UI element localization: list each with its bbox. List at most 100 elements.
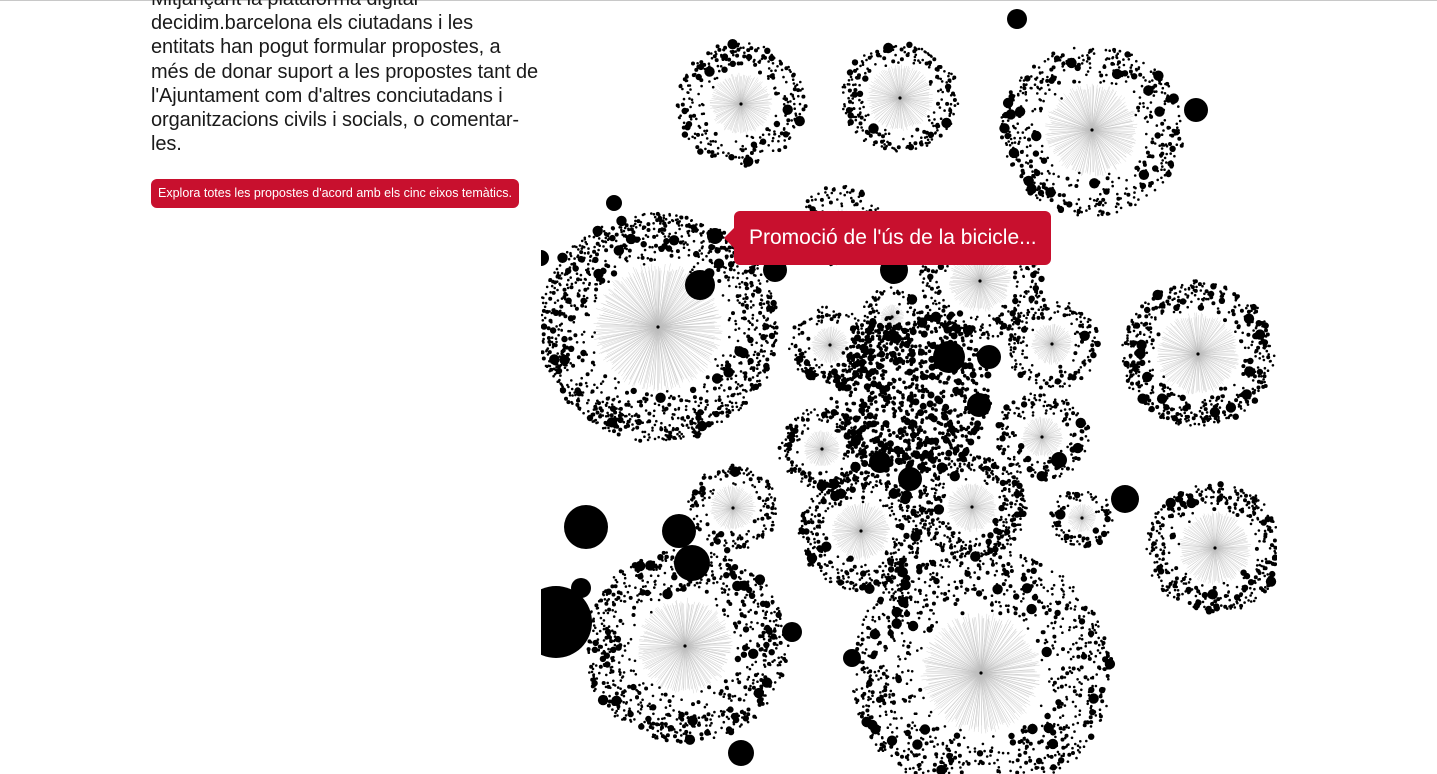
proposal-node — [764, 47, 771, 54]
proposal-node — [1205, 297, 1208, 301]
proposal-node — [706, 403, 709, 407]
proposal-node — [1044, 92, 1047, 95]
proposal-node — [1219, 386, 1223, 391]
proposal-node — [720, 363, 724, 367]
proposal-node — [1239, 339, 1242, 343]
proposal-node — [750, 135, 754, 139]
proposal-node — [1025, 83, 1028, 86]
proposal-node — [651, 426, 654, 430]
proposals-network-graph[interactable] — [541, 0, 1277, 774]
proposal-node — [598, 277, 606, 284]
proposal-node — [1150, 388, 1154, 392]
proposal-node — [1220, 399, 1224, 403]
proposal-node — [661, 405, 665, 409]
proposal-node — [653, 402, 657, 406]
proposal-node — [682, 97, 686, 101]
proposal-node — [1203, 424, 1206, 427]
proposal-node — [1020, 173, 1023, 177]
proposal-node — [715, 44, 720, 49]
proposal-node — [1077, 198, 1081, 201]
proposal-node — [708, 80, 711, 83]
proposal-node — [571, 315, 576, 320]
proposal-node — [737, 408, 741, 412]
proposal-node — [704, 66, 715, 77]
proposal-node — [1040, 86, 1043, 90]
proposal-node — [924, 50, 927, 54]
proposal-node — [1137, 109, 1140, 113]
proposal-node — [1157, 79, 1161, 83]
proposal-node — [935, 124, 939, 128]
proposal-node — [767, 67, 771, 70]
proposal-node — [558, 310, 561, 313]
proposal-node — [571, 363, 576, 368]
proposal-node — [585, 353, 588, 356]
proposal-node — [1129, 340, 1133, 343]
proposal-node — [872, 143, 876, 147]
proposal-node — [580, 333, 584, 336]
proposal-node — [725, 407, 728, 411]
proposal-node — [1160, 91, 1164, 94]
proposal-node — [924, 141, 928, 145]
proposal-node — [1262, 358, 1266, 362]
proposal-node — [544, 301, 548, 305]
proposal-node — [726, 377, 729, 381]
proposal-node — [570, 387, 574, 391]
proposal-node — [559, 304, 564, 309]
proposal-node — [1192, 282, 1196, 285]
proposal-node — [595, 421, 598, 425]
proposal-node — [1092, 199, 1096, 202]
proposal-node — [701, 231, 704, 235]
proposal-node — [573, 333, 578, 338]
proposal-node — [1177, 114, 1181, 118]
proposal-node — [1108, 49, 1111, 52]
proposal-node — [700, 234, 703, 237]
proposal-node — [1208, 399, 1212, 403]
proposal-node — [718, 395, 721, 399]
proposal-node — [1021, 91, 1025, 95]
proposal-node — [569, 251, 572, 255]
proposal-node — [1142, 371, 1153, 383]
proposal-node — [568, 301, 572, 305]
edge — [612, 326, 659, 364]
proposal-node — [1147, 154, 1152, 159]
proposal-node — [687, 137, 691, 141]
proposal-node — [1000, 135, 1004, 140]
proposal-node — [787, 137, 791, 140]
proposal-node — [625, 224, 629, 228]
proposal-node — [1050, 68, 1054, 71]
proposal-node — [1156, 332, 1161, 337]
explore-proposals-button[interactable]: Explora totes les propostes d'acord amb … — [151, 179, 519, 208]
proposal-node — [627, 248, 632, 253]
cluster-center-node — [898, 96, 902, 100]
proposal-node — [708, 65, 711, 68]
proposal-node — [667, 436, 672, 441]
proposal-node — [1078, 206, 1082, 210]
proposal-node — [729, 354, 732, 357]
proposal-node — [628, 228, 631, 231]
proposal-node — [1138, 96, 1142, 99]
proposal-node — [1113, 50, 1116, 54]
proposal-node — [847, 123, 851, 126]
proposal-node — [579, 278, 583, 282]
proposal-node — [602, 230, 606, 233]
proposal-node — [883, 42, 894, 54]
proposal-node — [1161, 86, 1165, 90]
proposal-node — [587, 410, 590, 413]
proposal-node — [571, 394, 574, 397]
proposal-node — [541, 350, 545, 355]
proposal-node — [660, 231, 664, 234]
proposal-node — [669, 394, 673, 398]
proposal-node — [609, 244, 614, 249]
proposal-node — [1028, 182, 1031, 186]
proposal-node — [1191, 416, 1196, 421]
proposal-node — [593, 299, 597, 303]
proposal-node — [639, 220, 643, 224]
proposal-node — [708, 415, 711, 418]
proposal-node — [773, 86, 777, 90]
proposal-node — [571, 245, 575, 248]
proposal-node — [1135, 370, 1139, 373]
proposal-node — [1144, 146, 1148, 149]
proposal-node — [783, 145, 788, 150]
proposal-node — [1246, 332, 1251, 337]
proposal-node — [565, 352, 570, 357]
